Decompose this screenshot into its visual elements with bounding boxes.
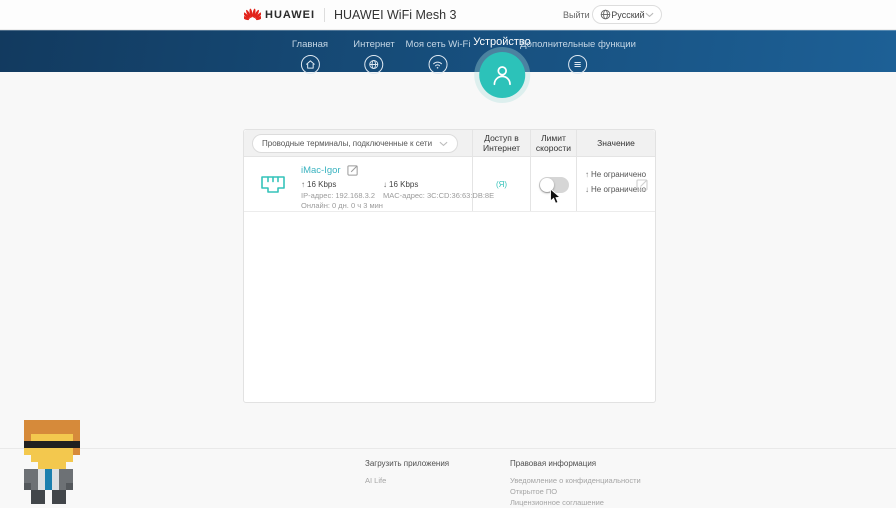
nav-item-internet[interactable]: Интернет [353,39,394,74]
upload-speed: ↑16 Kbps [301,180,336,189]
column-header-value: Значение [577,130,655,156]
brand: HUAWEI HUAWEI WiFi Mesh 3 [244,0,456,30]
internet-access-cell: (Я) [473,157,531,211]
down-arrow-icon: ↓ [383,180,387,189]
nav-item-wifi[interactable]: Моя сеть Wi-Fi [406,39,471,74]
download-speed: ↓16 Kbps [383,180,418,189]
footer-legal-title: Правовая информация [510,459,641,468]
mouse-cursor [549,188,562,205]
huawei-logo-icon [244,8,261,23]
home-icon [300,55,319,74]
ethernet-port-icon [258,171,288,199]
device-name-link[interactable]: iMac-Igor [301,165,341,176]
footer-legal-column: Правовая информация Уведомление о конфид… [510,459,641,508]
internet-access-status: (Я) [473,157,530,211]
device-person-icon [479,52,525,98]
nav-item-home[interactable]: Главная [292,39,328,74]
device-info-cell: iMac-Igor ↑16 Kbps ↓16 Kbps IP-адрес: 19… [244,157,473,211]
globe-icon [600,9,611,20]
device-filter-select[interactable]: Проводные терминалы, подключенные к сети [252,134,458,153]
logout-button[interactable]: Выйти [563,0,590,30]
brand-name: HUAWEI [265,9,315,21]
page-root: { "header": { "brand": "HUAWEI", "produc… [0,0,896,504]
up-arrow-icon: ↑ [301,180,305,189]
nav-item-more-features[interactable]: Дополнительные функции [520,39,636,74]
device-table-panel: Проводные терминалы, подключенные к сети… [243,129,656,403]
wifi-icon [429,55,448,74]
pixel-avatar [10,420,80,504]
footer-apps-column: Загрузить приложения AI Life [365,459,449,486]
device-online-time: Онлайн: 0 дн. 0 ч 3 мин [301,201,383,210]
edit-device-name-icon[interactable] [347,164,359,176]
column-header-speed-limit: Лимит скорости [531,130,577,156]
up-arrow-icon: ↑ [585,170,589,179]
nav-label: Интернет [353,39,394,50]
footer-apps-title: Загрузить приложения [365,459,449,468]
footer-divider [0,448,896,449]
language-select[interactable]: Русский [592,5,662,24]
internet-globe-icon [364,55,383,74]
language-value: Русский [611,10,645,20]
device-ip: IP-адрес: 192.168.3.2 [301,191,375,200]
column-header-internet-access: Доступ в Интернет [473,130,531,156]
brand-divider [324,8,325,22]
table-header-row: Проводные терминалы, подключенные к сети… [244,130,655,157]
value-cell: ↑Не ограничено ↓Не ограничено [577,157,655,211]
device-filter-value: Проводные терминалы, подключенные к сети [262,139,439,148]
down-arrow-icon: ↓ [585,185,589,194]
top-header: HUAWEI HUAWEI WiFi Mesh 3 Выйти Русский [0,0,896,30]
device-row: iMac-Igor ↑16 Kbps ↓16 Kbps IP-адрес: 19… [244,157,655,212]
nav-label: Моя сеть Wi-Fi [406,39,471,50]
footer-link-license[interactable]: Лицензионное соглашение [510,497,641,508]
page-title: HUAWEI WiFi Mesh 3 [334,8,456,22]
menu-icon [568,55,587,74]
chevron-down-icon [439,141,448,147]
nav-label: Дополнительные функции [520,39,636,50]
nav-label: Главная [292,39,328,50]
footer-link-privacy[interactable]: Уведомление о конфиденциальности [510,475,641,486]
footer-link-ai-life[interactable]: AI Life [365,475,449,486]
filter-header-cell: Проводные терминалы, подключенные к сети [244,130,473,156]
main-nav: Главная Интернет Моя сеть Wi-Fi Устройст… [0,30,896,72]
edit-limit-icon[interactable] [636,178,649,196]
chevron-down-icon [645,12,654,18]
footer-link-open-source[interactable]: Открытое ПО [510,486,641,497]
